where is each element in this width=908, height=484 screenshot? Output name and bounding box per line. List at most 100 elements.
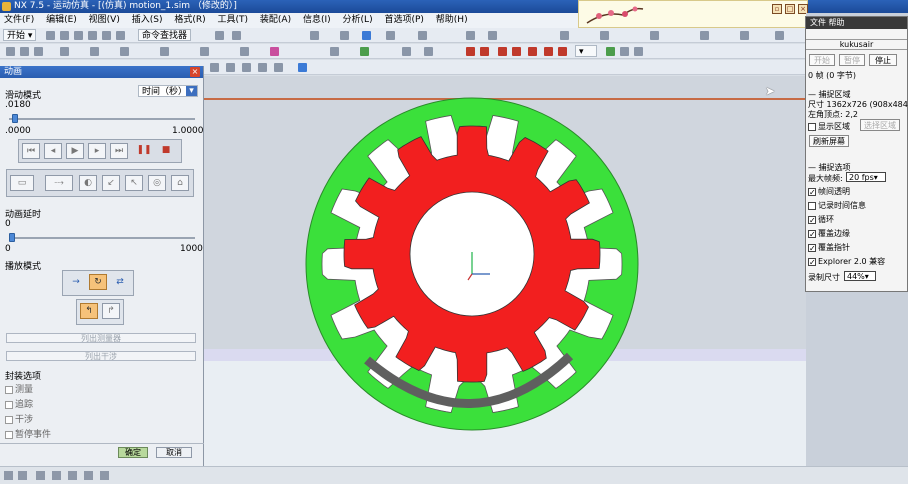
open-icon[interactable] xyxy=(60,31,69,40)
shade-icon[interactable] xyxy=(386,31,395,40)
cut-icon[interactable] xyxy=(88,31,97,40)
step-back-icon[interactable]: ◂ xyxy=(44,143,62,159)
time-dropdown[interactable]: 时间（秒） ▾ xyxy=(138,85,198,97)
fast-forward-icon[interactable]: ⏭ xyxy=(110,143,128,159)
menu-edit[interactable]: 编辑(E) xyxy=(46,13,77,28)
rewind-icon[interactable]: ⏮ xyxy=(22,143,40,159)
select-area-button[interactable]: 选择区域 xyxy=(860,119,900,131)
motion-icon[interactable] xyxy=(360,47,369,56)
pause-icon[interactable]: ❚❚ xyxy=(135,143,153,159)
motion-icon[interactable] xyxy=(330,47,339,56)
time-slider-thumb[interactable] xyxy=(12,114,19,123)
close-icon[interactable]: × xyxy=(190,67,200,77)
menu-info[interactable]: 信息(I) xyxy=(303,13,331,28)
opt-border[interactable]: ✓ 覆盖边缘 xyxy=(808,228,850,239)
tool-icon[interactable] xyxy=(215,31,224,40)
menu-tools[interactable]: 工具(T) xyxy=(218,13,249,28)
time-slider-track[interactable] xyxy=(9,118,195,120)
new-icon[interactable] xyxy=(46,31,55,40)
play-icon[interactable] xyxy=(480,47,489,56)
record-pause-button[interactable]: 暂停 xyxy=(839,54,865,66)
stop-icon[interactable] xyxy=(558,47,567,56)
view-icon[interactable] xyxy=(258,63,267,72)
opt-explorer[interactable]: ✓ Explorer 2.0 兼容 xyxy=(808,256,885,267)
menu-analysis[interactable]: 分析(L) xyxy=(343,13,373,28)
view-icon[interactable] xyxy=(210,63,219,72)
cancel-button[interactable]: 取消 xyxy=(156,447,192,458)
start-button[interactable]: 开始 ▾ xyxy=(3,29,37,41)
pingpong-icon[interactable]: ↱ xyxy=(102,303,120,319)
option-trace[interactable]: 追踪 xyxy=(5,397,33,410)
play-icon[interactable] xyxy=(528,47,537,56)
bounce-icon[interactable]: ↰ xyxy=(80,303,98,319)
motion-icon[interactable] xyxy=(60,47,69,56)
list-interference-button[interactable]: 列出干涉 xyxy=(6,351,196,361)
view-icon[interactable] xyxy=(310,31,319,40)
layer-icon[interactable] xyxy=(488,31,497,40)
snap-icon[interactable] xyxy=(775,31,784,40)
tool-icon[interactable]: ◎ xyxy=(148,175,166,191)
play-icon[interactable] xyxy=(498,47,507,56)
filter-icon[interactable] xyxy=(18,471,27,480)
motion-icon[interactable] xyxy=(606,47,615,56)
opt-transparent[interactable]: ✓ 帧间透明 xyxy=(808,186,850,197)
snap-icon[interactable] xyxy=(700,31,709,40)
motion-icon[interactable] xyxy=(270,47,279,56)
tool-icon[interactable]: ◐ xyxy=(79,175,97,191)
render-icon[interactable] xyxy=(340,31,349,40)
view-icon[interactable] xyxy=(226,63,235,72)
motion-icon[interactable] xyxy=(90,47,99,56)
trace-icon[interactable]: ⤏ xyxy=(45,175,73,191)
opt-loop[interactable]: ✓ 循环 xyxy=(808,214,834,225)
snap-icon[interactable] xyxy=(650,31,659,40)
frame-dropdown[interactable]: ▾ xyxy=(575,45,597,57)
option-interference[interactable]: 干涉 xyxy=(5,412,33,425)
play-icon[interactable]: ▶ xyxy=(66,143,84,159)
loop-icon[interactable]: ↻ xyxy=(89,274,107,290)
stop-icon[interactable]: ■ xyxy=(157,143,175,159)
motion-icon[interactable] xyxy=(200,47,209,56)
command-finder-button[interactable]: 命令查找器 xyxy=(138,29,192,41)
list-measures-button[interactable]: 列出测量器 xyxy=(6,333,196,343)
view-icon[interactable] xyxy=(242,63,251,72)
shade-icon[interactable] xyxy=(418,31,427,40)
record-stop-button[interactable]: 停止 xyxy=(869,54,897,66)
snap-icon[interactable] xyxy=(740,31,749,40)
tool-icon[interactable]: ⌂ xyxy=(171,175,189,191)
menu-file[interactable]: 文件(F) xyxy=(4,13,34,28)
motion-icon[interactable] xyxy=(6,47,15,56)
export-icon[interactable]: ▭ xyxy=(10,175,34,191)
record-size-select[interactable]: 44%▾ xyxy=(844,271,876,281)
delay-slider-track[interactable] xyxy=(9,237,195,239)
filter-icon[interactable] xyxy=(52,471,61,480)
menu-preferences[interactable]: 首选项(P) xyxy=(384,13,423,28)
option-pause-event[interactable]: 暂停事件 xyxy=(5,427,51,440)
tool-icon[interactable]: ↖ xyxy=(125,175,143,191)
motion-icon[interactable] xyxy=(120,47,129,56)
motion-icon[interactable] xyxy=(240,47,249,56)
filter-icon[interactable] xyxy=(68,471,77,480)
recorder-menu[interactable]: 文件 帮助 xyxy=(810,18,845,27)
filter-icon[interactable] xyxy=(84,471,93,480)
motion-icon[interactable] xyxy=(620,47,629,56)
tool-icon[interactable]: ↙ xyxy=(102,175,120,191)
motion-icon[interactable] xyxy=(34,47,43,56)
motion-icon[interactable] xyxy=(402,47,411,56)
step-forward-icon[interactable]: ▸ xyxy=(88,143,106,159)
play-icon[interactable] xyxy=(512,47,521,56)
menu-format[interactable]: 格式(R) xyxy=(174,13,205,28)
maximize-icon[interactable]: □ xyxy=(785,4,795,14)
menu-view[interactable]: 视图(V) xyxy=(89,13,120,28)
menu-insert[interactable]: 插入(S) xyxy=(132,13,163,28)
view-icon[interactable] xyxy=(274,63,283,72)
filter-icon[interactable] xyxy=(4,471,13,480)
filter-icon[interactable] xyxy=(36,471,45,480)
motion-icon[interactable] xyxy=(634,47,643,56)
opt-timeinfo[interactable]: 记录时间信息 xyxy=(808,200,866,211)
graphics-window[interactable]: ➤ xyxy=(204,76,808,466)
reverse-icon[interactable]: ⇄ xyxy=(111,275,129,291)
copy-icon[interactable] xyxy=(102,31,111,40)
pause-icon[interactable] xyxy=(544,47,553,56)
max-fps-select[interactable]: 20 fps▾ xyxy=(846,172,886,182)
play-icon[interactable] xyxy=(466,47,475,56)
